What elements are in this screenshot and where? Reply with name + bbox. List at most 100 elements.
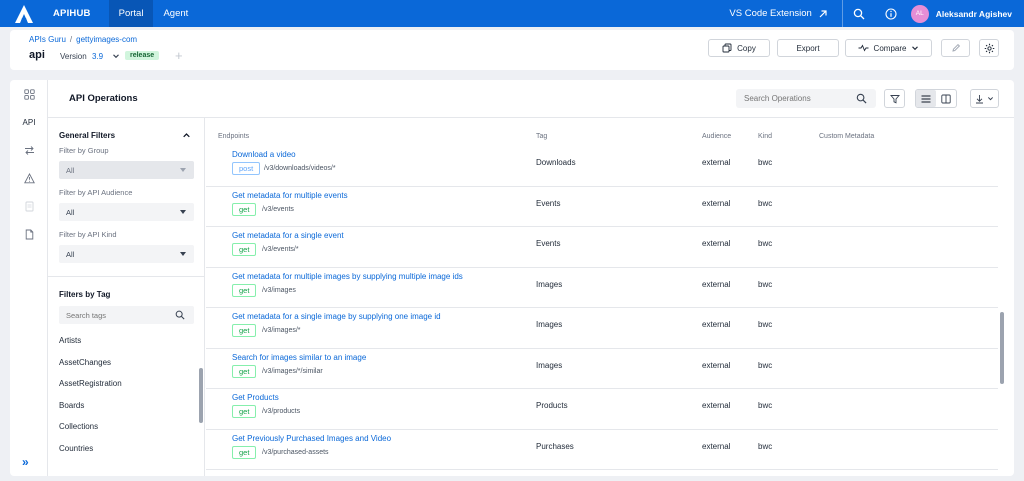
- add-icon[interactable]: +: [175, 48, 183, 63]
- tag-item[interactable]: Boards: [59, 401, 84, 410]
- left-icon-rail: API »: [10, 80, 48, 476]
- tag-item[interactable]: AssetRegistration: [59, 379, 122, 388]
- table-row[interactable]: Get Products get /v3/products Products e…: [206, 389, 998, 430]
- info-icon[interactable]: [875, 0, 907, 27]
- tag-filters-title: Filters by Tag: [59, 290, 111, 299]
- split-view-button[interactable]: [936, 90, 956, 107]
- chevron-down-icon[interactable]: [112, 52, 120, 60]
- method-badge: get: [232, 405, 257, 418]
- edit-button[interactable]: [941, 39, 970, 57]
- compare-icon: [858, 44, 869, 52]
- operation-kind: bwc: [758, 320, 773, 329]
- apihub-logo-icon[interactable]: [10, 0, 37, 27]
- caret-down-icon: [180, 168, 186, 172]
- table-row[interactable]: Get Previously Purchased Images and Vide…: [206, 430, 998, 470]
- filters-divider: [48, 276, 205, 277]
- table-row[interactable]: Search for images similar to an image ge…: [206, 349, 998, 389]
- general-filters-title: General Filters: [59, 131, 116, 140]
- download-button[interactable]: [970, 89, 999, 108]
- split-view-icon: [941, 94, 951, 103]
- copy-icon: [722, 43, 732, 53]
- operation-audience: external: [702, 360, 731, 370]
- status-badge: release: [125, 51, 160, 60]
- filter-audience-select[interactable]: All: [59, 203, 194, 221]
- breadcrumb-package[interactable]: gettyimages-com: [76, 35, 137, 44]
- search-operations-input[interactable]: [736, 89, 876, 108]
- tag-item[interactable]: Countries: [59, 444, 93, 453]
- operation-tag: Images: [536, 360, 563, 370]
- filter-kind-select[interactable]: All: [59, 245, 194, 263]
- operation-path: /v3/purchased-assets: [262, 448, 329, 456]
- avatar[interactable]: AL: [910, 4, 929, 23]
- filter-group-select[interactable]: All: [59, 161, 194, 179]
- method-badge: post: [232, 162, 261, 175]
- method-badge: get: [232, 202, 257, 216]
- filters-scrollbar[interactable]: [199, 368, 203, 423]
- operation-title[interactable]: Download a video: [232, 150, 296, 159]
- rail-api[interactable]: API: [10, 110, 48, 134]
- nav-tab-agent[interactable]: Agent: [153, 0, 198, 27]
- export-button[interactable]: Export: [777, 39, 839, 57]
- external-arrow-icon: [819, 9, 827, 17]
- operations-panel: API Operations General Filters Filter by…: [48, 80, 1014, 476]
- operation-title[interactable]: Get Products: [232, 393, 279, 402]
- breadcrumb-apis-guru[interactable]: APIs Guru: [29, 35, 66, 44]
- filter-kind-value: All: [66, 249, 75, 259]
- settings-button[interactable]: [979, 39, 999, 57]
- filter-group-label: Filter by Group: [59, 146, 109, 155]
- version-selector[interactable]: 3.9: [92, 52, 103, 61]
- filters-sidebar: General Filters Filter by Group All Filt…: [48, 118, 205, 476]
- operation-title[interactable]: Search for images similar to an image: [232, 353, 366, 362]
- operation-title[interactable]: Get metadata for multiple images by supp…: [232, 272, 463, 281]
- tag-item[interactable]: Artists: [59, 336, 81, 345]
- rail-documents-disabled[interactable]: [10, 194, 48, 218]
- table-scrollbar[interactable]: [1000, 312, 1004, 384]
- user-name[interactable]: Aleksandr Agishev: [936, 9, 1012, 19]
- operation-title[interactable]: Get metadata for a single image by suppl…: [232, 312, 441, 321]
- list-view-button[interactable]: [916, 90, 936, 107]
- table-row[interactable]: Get metadata for a single event get /v3/…: [206, 227, 998, 268]
- copy-button[interactable]: Copy: [708, 39, 770, 57]
- table-row[interactable]: Download a video post /v3/downloads/vide…: [206, 146, 998, 187]
- download-icon: [976, 94, 983, 103]
- table-row[interactable]: Get metadata for multiple events get /v3…: [206, 187, 998, 227]
- version-label: Version: [60, 52, 87, 61]
- pencil-icon: [951, 43, 960, 52]
- view-toggle: [915, 89, 957, 108]
- tag-item[interactable]: Collections: [59, 422, 98, 431]
- expand-sidebar-icon[interactable]: »: [22, 455, 29, 469]
- rail-documents[interactable]: [10, 222, 48, 246]
- search-icon: [856, 93, 867, 104]
- warning-icon: [23, 172, 35, 183]
- vscode-extension-link[interactable]: VS Code Extension: [729, 8, 841, 19]
- operation-title[interactable]: Get Previously Purchased Images and Vide…: [232, 434, 391, 443]
- search-icon[interactable]: [843, 0, 875, 27]
- tag-search-input[interactable]: [59, 306, 194, 324]
- filter-audience-value: All: [66, 207, 75, 217]
- list-icon: [921, 94, 931, 103]
- tag-item[interactable]: AssetChanges: [59, 358, 111, 367]
- column-tag: Tag: [536, 133, 548, 140]
- rail-problems[interactable]: [10, 166, 48, 190]
- vscode-extension-label: VS Code Extension: [729, 8, 812, 19]
- operation-tag: Images: [536, 320, 563, 329]
- compare-button[interactable]: Compare: [845, 39, 932, 57]
- rail-compare[interactable]: [10, 138, 48, 162]
- copy-label: Copy: [737, 43, 756, 53]
- operation-title[interactable]: Get metadata for multiple events: [232, 191, 348, 200]
- rail-overview[interactable]: [10, 82, 48, 106]
- operation-title[interactable]: Get metadata for a single event: [232, 231, 344, 240]
- chevron-up-icon[interactable]: [182, 131, 191, 140]
- filter-button[interactable]: [884, 89, 905, 108]
- table-row[interactable]: Get metadata for a single image by suppl…: [206, 308, 998, 349]
- gear-icon: [984, 43, 994, 53]
- column-endpoints: Endpoints: [218, 133, 250, 140]
- operation-tag: Events: [536, 198, 561, 208]
- operation-path: /v3/events/*: [262, 246, 299, 253]
- swap-arrows-icon: [24, 145, 34, 155]
- api-header: APIs Guru / gettyimages-com api Version 3.…: [10, 30, 1014, 70]
- nav-tab-portal[interactable]: Portal: [108, 0, 154, 27]
- table-row[interactable]: Get metadata for multiple images by supp…: [206, 268, 998, 308]
- operation-kind: bwc: [758, 239, 773, 248]
- search-icon: [175, 310, 185, 320]
